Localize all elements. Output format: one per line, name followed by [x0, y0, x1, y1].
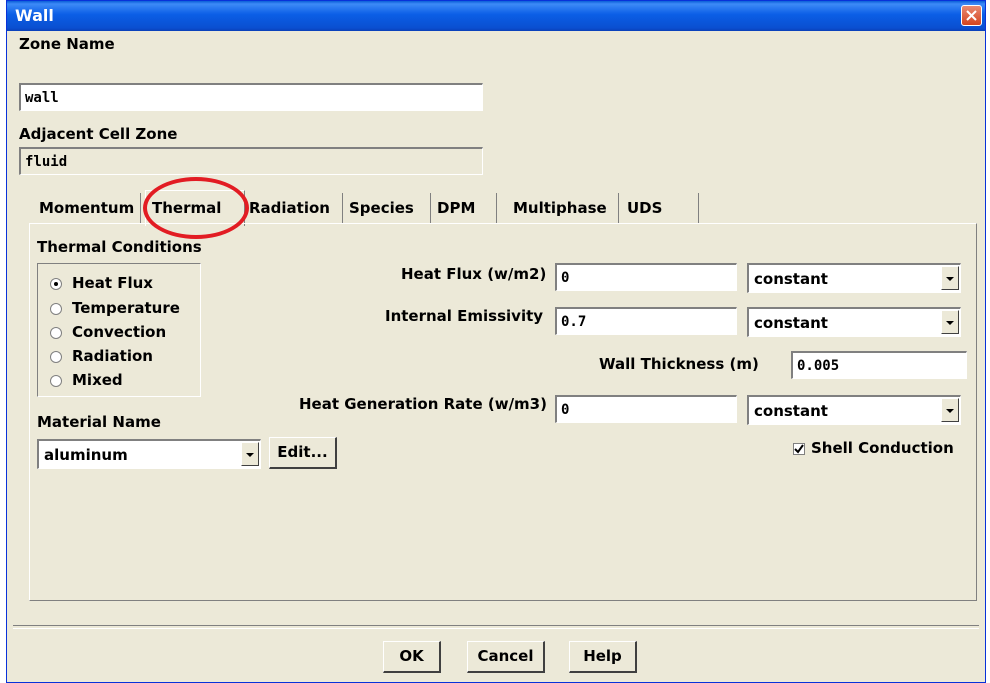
title-bar[interactable]: Wall — [7, 1, 985, 31]
window-title: Wall — [15, 6, 54, 25]
edit-button[interactable]: Edit... — [269, 437, 337, 469]
radio-icon — [50, 327, 62, 339]
chevron-down-icon[interactable] — [941, 398, 959, 422]
wall-thickness-label: Wall Thickness (m) — [599, 355, 759, 373]
tab-multiphase[interactable]: Multiphase — [507, 193, 619, 224]
chevron-down-icon[interactable] — [241, 442, 259, 466]
tab-momentum[interactable]: Momentum — [33, 193, 141, 224]
heat-gen-method-dropdown[interactable]: constant — [747, 395, 961, 425]
checkmark-icon — [793, 443, 805, 455]
tab-species[interactable]: Species — [343, 193, 431, 224]
cancel-button[interactable]: Cancel — [467, 641, 545, 673]
heat-generation-rate-label: Heat Generation Rate (w/m3) — [299, 395, 547, 413]
adjacent-cell-zone-label: Adjacent Cell Zone — [19, 125, 178, 143]
radio-icon — [50, 303, 62, 315]
tab-uds[interactable]: UDS — [621, 193, 699, 224]
chevron-down-icon[interactable] — [941, 310, 959, 334]
heat-generation-rate-input[interactable]: 0 — [555, 395, 737, 423]
wall-thickness-input[interactable]: 0.005 — [791, 351, 967, 379]
shell-conduction-checkbox[interactable]: Shell Conduction — [793, 439, 973, 459]
radio-icon — [50, 351, 62, 363]
radio-selected-icon — [50, 278, 62, 290]
tab-highlight-circle — [143, 177, 249, 239]
chevron-down-icon[interactable] — [941, 266, 959, 290]
shell-conduction-label: Shell Conduction — [811, 439, 954, 457]
close-button[interactable] — [961, 5, 982, 26]
radio-icon — [50, 375, 62, 387]
internal-emissivity-input[interactable]: 0.7 — [555, 307, 737, 335]
zone-name-input[interactable]: wall — [19, 83, 483, 111]
tab-radiation[interactable]: Radiation — [243, 193, 343, 224]
divider — [13, 625, 979, 629]
adjacent-cell-zone-field: fluid — [19, 147, 483, 175]
close-icon — [966, 10, 977, 21]
ok-button[interactable]: OK — [383, 641, 441, 673]
heat-flux-input[interactable]: 0 — [555, 263, 737, 291]
zone-name-label: Zone Name — [19, 35, 115, 53]
help-button[interactable]: Help — [569, 641, 637, 673]
tab-dpm[interactable]: DPM — [431, 193, 497, 224]
emissivity-method-dropdown[interactable]: constant — [747, 307, 961, 337]
heat-flux-label: Heat Flux (w/m2) — [401, 265, 547, 283]
thermal-conditions-label: Thermal Conditions — [37, 238, 202, 256]
material-name-dropdown[interactable]: aluminum — [37, 439, 261, 469]
material-name-label: Material Name — [37, 413, 161, 431]
internal-emissivity-label: Internal Emissivity — [385, 307, 544, 325]
wall-dialog: Wall Zone Name wall Adjacent Cell Zone f… — [6, 0, 986, 683]
heat-flux-method-dropdown[interactable]: constant — [747, 263, 961, 293]
thermal-conditions-group: Heat Flux Temperature Convection Radiati… — [37, 263, 201, 397]
